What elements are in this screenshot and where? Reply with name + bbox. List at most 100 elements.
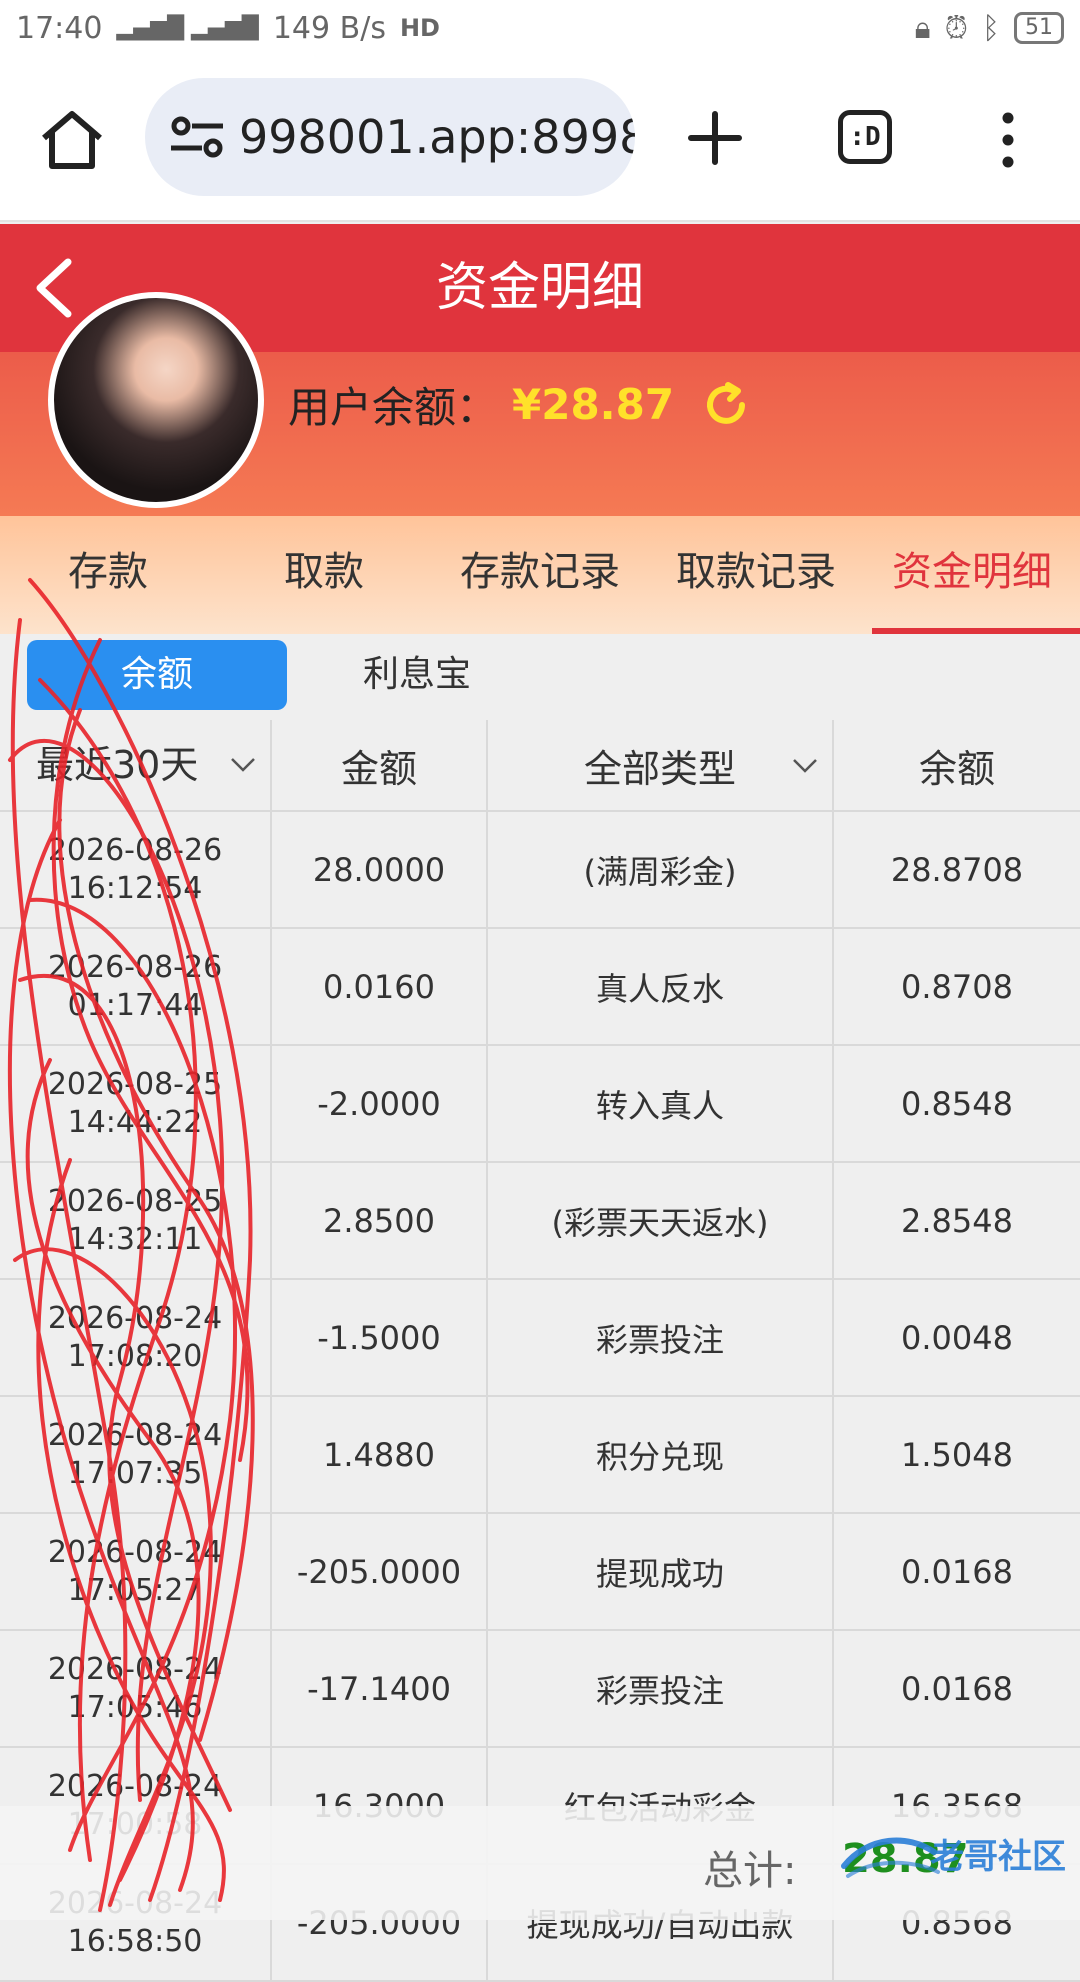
fund-details-table: 最近30天 金额 全部类型 余额 2026-08-26 16:12:54 28.00…: [0, 720, 1080, 1982]
date-cell: 2026-08-24 17:05:27: [0, 1514, 272, 1629]
tab-withdraw-records[interactable]: 取款记录: [648, 516, 864, 634]
amount-cell: -205.0000: [272, 1514, 488, 1629]
date-cell: 2026-08-25 14:32:11: [0, 1163, 272, 1278]
date-cell: 2026-08-24 17:05:46: [0, 1631, 272, 1746]
time-text: 17:05:46: [67, 1689, 203, 1725]
type-cell: (彩票天天返水): [488, 1163, 834, 1278]
type-cell: (满周彩金): [488, 812, 834, 927]
home-icon[interactable]: [38, 106, 106, 174]
amount-cell: -1.5000: [272, 1280, 488, 1395]
total-label: 总计:: [703, 1848, 797, 1894]
date-cell: 2026-08-26 16:12:54: [0, 812, 272, 927]
url-text: 998001.app:8998: [239, 110, 635, 164]
balance-cell: 2.8548: [901, 1201, 1013, 1240]
amount-cell: 2.8500: [272, 1163, 488, 1278]
table-row[interactable]: 2026-08-25 14:32:11 2.8500 (彩票天天返水) 2.8548: [0, 1163, 1080, 1280]
tab-switcher-button[interactable]: :D: [838, 110, 892, 164]
balance-cell: 0.0168: [901, 1669, 1013, 1708]
table-row[interactable]: 2026-08-24 17:05:46 -17.1400 彩票投注 0.0168: [0, 1631, 1080, 1748]
browser-toolbar: 998001.app:8998 :D: [0, 56, 1080, 222]
new-tab-icon[interactable]: [685, 108, 745, 168]
balance-header: 余额: [918, 746, 995, 791]
subtab-interest[interactable]: 利息宝: [287, 640, 547, 710]
status-bar: 17:40 ▂▄▆█ ▂▄▆█ 149 B/s HD 🔒︎ ⏰︎ ᛒ 51: [0, 0, 1080, 56]
date-cell: 2026-08-26 01:17:44: [0, 929, 272, 1044]
balance-cell: 0.8548: [901, 1084, 1013, 1123]
date-text: 2026-08-24: [47, 1300, 223, 1336]
type-filter-label: 全部类型: [583, 746, 736, 791]
chevron-down-icon: [231, 758, 255, 772]
table-row[interactable]: 2026-08-24 17:08:20 -1.5000 彩票投注 0.0048: [0, 1280, 1080, 1397]
type-cell: 真人反水: [488, 929, 834, 1044]
time-text: 16:12:54: [67, 870, 203, 906]
date-text: 2026-08-25: [47, 1183, 223, 1219]
balance-cell: 0.8708: [901, 967, 1013, 1006]
date-text: 2026-08-24: [47, 1534, 223, 1570]
main-tabs: 存款 取款 存款记录 取款记录 资金明细: [0, 516, 1080, 634]
type-cell: 彩票投注: [488, 1280, 834, 1395]
type-cell: 提现成功: [488, 1514, 834, 1629]
date-text: 2026-08-24: [47, 1768, 223, 1804]
tab-deposit-records[interactable]: 存款记录: [432, 516, 648, 634]
time-text: 16:58:50: [67, 1923, 203, 1959]
table-row[interactable]: 2026-08-24 17:07:35 1.4880 积分兑现 1.5048: [0, 1397, 1080, 1514]
table-row[interactable]: 2026-08-24 17:05:27 -205.0000 提现成功 0.0168: [0, 1514, 1080, 1631]
address-bar[interactable]: 998001.app:8998: [145, 78, 635, 196]
chevron-down-icon: [793, 759, 817, 773]
time-text: 17:08:20: [67, 1338, 203, 1374]
date-text: 2026-08-24: [47, 1417, 223, 1453]
tab-withdraw[interactable]: 取款: [216, 516, 432, 634]
signal-icon: ▂▄▆█ ▂▄▆█: [116, 15, 259, 41]
date-filter-label: 最近30天: [36, 743, 199, 787]
time-text: 14:32:11: [67, 1221, 203, 1257]
balance-cell: 1.5048: [901, 1435, 1013, 1474]
balance-cell: 0.0168: [901, 1552, 1013, 1591]
alarm-icon: ⏰︎: [944, 10, 968, 46]
total-footer: 总计: 28.87 老哥社区: [0, 1806, 1080, 1920]
subtab-balance[interactable]: 余额: [27, 640, 287, 710]
balance-cell: 28.8708: [890, 850, 1024, 889]
date-text: 2026-08-26: [47, 949, 223, 985]
table-row[interactable]: 2026-08-26 16:12:54 28.0000 (满周彩金) 28.8708: [0, 812, 1080, 929]
watermark-logo: 老哥社区: [841, 1837, 1066, 1878]
date-text: 2026-08-24: [47, 1651, 223, 1687]
status-time: 17:40: [16, 10, 103, 46]
table-row[interactable]: 2026-08-26 01:17:44 0.0160 真人反水 0.8708: [0, 929, 1080, 1046]
time-text: 17:07:35: [67, 1455, 203, 1491]
type-cell: 彩票投注: [488, 1631, 834, 1746]
tab-fund-details[interactable]: 资金明细: [864, 516, 1080, 634]
type-filter-dropdown[interactable]: 全部类型: [488, 720, 834, 810]
site-settings-icon[interactable]: [167, 112, 227, 162]
date-text: 2026-08-25: [47, 1066, 223, 1102]
tab-deposit[interactable]: 存款: [0, 516, 216, 634]
date-cell: 2026-08-25 14:44:22: [0, 1046, 272, 1161]
table-row[interactable]: 2026-08-25 14:44:22 -2.0000 转入真人 0.8548: [0, 1046, 1080, 1163]
type-cell: 转入真人: [488, 1046, 834, 1161]
balance-cell: 0.0048: [901, 1318, 1013, 1357]
battery-icon: 51: [1014, 12, 1064, 44]
watermark-text: 老哥社区: [930, 1837, 1066, 1877]
bluetooth-icon: ᛒ: [982, 10, 1000, 46]
refresh-icon[interactable]: [702, 381, 750, 429]
amount-cell: -17.1400: [272, 1631, 488, 1746]
date-filter-dropdown[interactable]: 最近30天: [0, 720, 272, 810]
amount-cell: 0.0160: [272, 929, 488, 1044]
profile-panel: 用户余额： ¥28.87: [0, 292, 1080, 516]
balance-value: ¥28.87: [512, 380, 675, 429]
network-speed: 149 B/s: [272, 10, 386, 46]
time-text: 01:17:44: [67, 987, 203, 1023]
avatar[interactable]: [48, 292, 264, 508]
type-cell: 积分兑现: [488, 1397, 834, 1512]
more-options-icon[interactable]: [996, 112, 1020, 168]
balance-line: 用户余额： ¥28.87: [288, 374, 750, 435]
balance-label: 用户余额：: [288, 383, 499, 432]
date-text: 2026-08-26: [47, 832, 223, 868]
time-text: 14:44:22: [67, 1104, 203, 1140]
lock-icon: 🔒︎: [914, 10, 931, 46]
status-bar-left: 17:40 ▂▄▆█ ▂▄▆█ 149 B/s HD: [16, 11, 440, 46]
time-text: 17:05:27: [67, 1572, 203, 1608]
hd-icon: HD: [399, 14, 440, 42]
date-cell: 2026-08-24 17:07:35: [0, 1397, 272, 1512]
table-header-row: 最近30天 金额 全部类型 余额: [0, 720, 1080, 812]
amount-cell: -2.0000: [272, 1046, 488, 1161]
